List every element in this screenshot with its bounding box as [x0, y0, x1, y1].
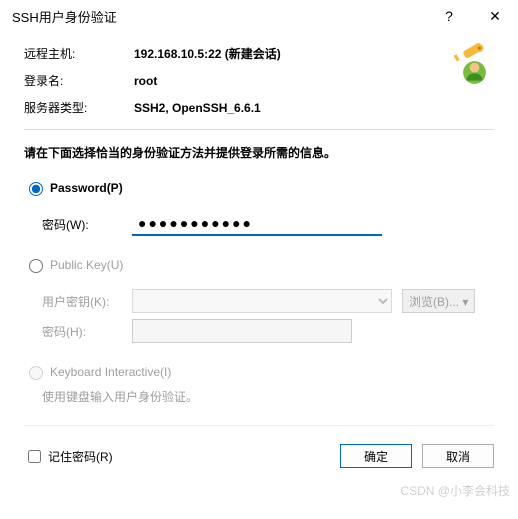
info-row-type: 服务器类型: SSH2, OpenSSH_6.6.1	[24, 94, 442, 121]
password-radio-label: Password(P)	[50, 181, 123, 195]
keyboard-radio	[29, 366, 43, 380]
userkey-field-row: 用户密钥(K): 浏览(B)... ▾	[42, 289, 494, 313]
close-icon[interactable]: ✕	[472, 0, 518, 32]
remember-label: 记住密码(R)	[48, 448, 113, 465]
publickey-radio[interactable]	[29, 259, 43, 273]
server-type-label: 服务器类型:	[24, 99, 134, 116]
server-type-value: SSH2, OpenSSH_6.6.1	[134, 101, 261, 115]
password-input[interactable]	[132, 212, 382, 236]
browse-button: 浏览(B)... ▾	[402, 289, 475, 313]
host-value: 192.168.10.5:22 (新建会话)	[134, 45, 281, 62]
key-user-icon	[442, 40, 494, 92]
login-label: 登录名:	[24, 72, 134, 89]
keyboard-radio-label: Keyboard Interactive(I)	[50, 365, 171, 379]
window-title: SSH用户身份验证	[12, 7, 426, 26]
userkey-field-label: 用户密钥(K):	[42, 293, 122, 310]
info-row-login: 登录名: root	[24, 67, 442, 94]
auth-option-password[interactable]: Password(P)	[24, 179, 494, 196]
dialog-icon	[442, 40, 494, 92]
cancel-button[interactable]: 取消	[422, 444, 494, 468]
watermark: CSDN @小李会科技	[0, 482, 518, 503]
auth-option-publickey[interactable]: Public Key(U)	[24, 256, 494, 273]
keypw-input	[132, 319, 352, 343]
ok-button[interactable]: 确定	[340, 444, 412, 468]
password-field-row: 密码(W):	[42, 212, 494, 236]
remember-checkbox[interactable]	[28, 450, 41, 463]
dialog-content: 远程主机: 192.168.10.5:22 (新建会话) 登录名: root 服…	[0, 32, 518, 482]
remember-password[interactable]: 记住密码(R)	[24, 447, 113, 466]
publickey-radio-label: Public Key(U)	[50, 258, 123, 272]
separator-bottom	[24, 425, 494, 426]
chevron-down-icon: ▾	[462, 295, 468, 309]
password-radio[interactable]	[29, 182, 43, 196]
instruction-text: 请在下面选择恰当的身份验证方法并提供登录所需的信息。	[24, 144, 494, 161]
keypw-field-label: 密码(H):	[42, 323, 122, 340]
window-buttons: ? ✕	[426, 0, 518, 32]
keypw-field-row: 密码(H):	[42, 319, 494, 343]
separator	[24, 129, 494, 130]
auth-option-keyboard: Keyboard Interactive(I)	[24, 363, 494, 380]
password-field-label: 密码(W):	[42, 216, 122, 233]
titlebar: SSH用户身份验证 ? ✕	[0, 0, 518, 32]
userkey-combo	[132, 289, 392, 313]
host-label: 远程主机:	[24, 45, 134, 62]
bottom-row: 记住密码(R) 确定 取消	[24, 436, 494, 468]
help-icon[interactable]: ?	[426, 0, 472, 32]
info-row-host: 远程主机: 192.168.10.5:22 (新建会话)	[24, 40, 442, 67]
login-value: root	[134, 74, 157, 88]
keyboard-desc: 使用键盘输入用户身份验证。	[24, 386, 494, 419]
